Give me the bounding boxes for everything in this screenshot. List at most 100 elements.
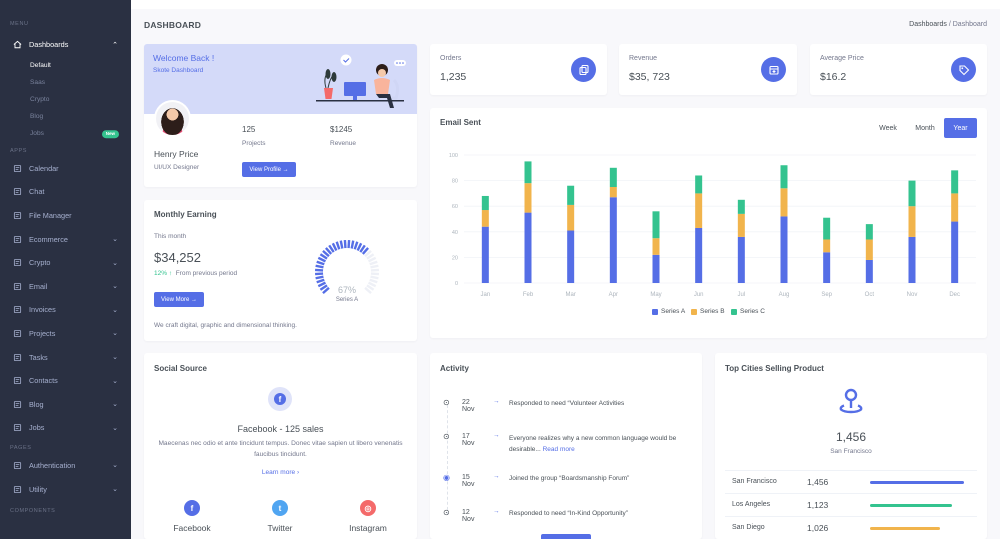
bar-series-b-dec[interactable] — [951, 193, 959, 222]
bar-series-b-mar[interactable] — [567, 204, 575, 231]
bar-series-a-sep[interactable] — [823, 252, 831, 283]
bar-series-c-oct[interactable] — [865, 224, 873, 240]
tab-week[interactable]: Week — [870, 118, 906, 138]
bar-series-c-jan[interactable] — [481, 195, 489, 211]
sidebar-item-contacts[interactable]: Contacts ⌄ — [0, 369, 131, 393]
sidebar-item-calendar[interactable]: Calendar — [0, 157, 131, 181]
twitter-label: Twitter — [267, 523, 293, 533]
gauge-segment — [370, 275, 379, 280]
legend-series-b[interactable]: Series B — [691, 308, 725, 315]
sidebar-item-dashboards[interactable]: Dashboards ⌃ — [0, 33, 131, 57]
bar-series-b-sep[interactable] — [823, 239, 831, 253]
bar-series-c-aug[interactable] — [780, 165, 788, 189]
bar-series-a-jul[interactable] — [737, 236, 745, 283]
new-badge: New — [101, 130, 119, 138]
bar-series-b-apr[interactable] — [609, 187, 617, 198]
profile-illustration — [316, 54, 406, 108]
tab-year[interactable]: Year — [944, 118, 977, 138]
chevron-down-icon: ⌄ — [112, 283, 118, 291]
view-more-button[interactable]: View More → — [154, 292, 204, 307]
tab-month[interactable]: Month — [907, 118, 943, 138]
bar-series-c-mar[interactable] — [567, 185, 575, 205]
sidebar-item-authentication[interactable]: Authentication ⌄ — [0, 454, 131, 478]
bar-series-b-jul[interactable] — [737, 213, 745, 237]
sidebar-item-label: Tasks — [29, 352, 48, 362]
sidebar-subitem-saas[interactable]: Saas — [0, 74, 131, 91]
sidebar-item-utility[interactable]: Utility ⌄ — [0, 477, 131, 501]
read-more-link[interactable]: Read more — [543, 446, 575, 453]
sidebar-item-tasks[interactable]: Tasks ⌄ — [0, 345, 131, 369]
bar-series-a-jun[interactable] — [695, 227, 703, 283]
bar-series-a-dec[interactable] — [951, 221, 959, 283]
sidebar-item-email[interactable]: Email ⌄ — [0, 275, 131, 299]
breadcrumb-root[interactable]: Dashboards — [909, 21, 947, 28]
sidebar-item-file-manager[interactable]: File Manager — [0, 204, 131, 228]
top-cities-title: Top Cities Selling Product — [725, 364, 824, 373]
top-cities-card: Top Cities Selling Product 1,456 San Fra… — [715, 353, 987, 539]
bar-series-c-may[interactable] — [652, 211, 660, 239]
gauge-segment — [367, 256, 377, 263]
bar-series-c-jul[interactable] — [737, 199, 745, 214]
bar-series-b-jun[interactable] — [695, 193, 703, 228]
legend-series-a[interactable]: Series A — [652, 308, 685, 315]
bar-series-a-mar[interactable] — [567, 230, 575, 283]
bar-series-c-apr[interactable] — [609, 167, 617, 187]
progress-bar — [870, 504, 952, 507]
bar-series-c-sep[interactable] — [823, 217, 831, 240]
sidebar-item-projects[interactable]: Projects ⌄ — [0, 322, 131, 346]
view-more-button[interactable] — [541, 534, 591, 539]
bar-series-c-dec[interactable] — [951, 170, 959, 194]
bar-series-a-may[interactable] — [652, 254, 660, 283]
bar-series-a-feb[interactable] — [524, 212, 532, 283]
x-tick-label: Jan — [480, 292, 490, 298]
bar-series-c-nov[interactable] — [908, 180, 916, 207]
bar-series-b-may[interactable] — [652, 238, 660, 255]
bar-series-b-nov[interactable] — [908, 206, 916, 237]
x-tick-label: Dec — [949, 292, 960, 298]
sidebar-item-label: Contacts — [29, 376, 58, 386]
arrow-right-icon: → — [493, 398, 500, 405]
learn-more-link[interactable]: Learn more › — [144, 469, 417, 476]
legend-series-c[interactable]: Series C — [731, 308, 765, 315]
sidebar-item-chat[interactable]: Chat — [0, 180, 131, 204]
bar-series-a-aug[interactable] — [780, 216, 788, 283]
sidebar-item-ecommerce[interactable]: Ecommerce ⌄ — [0, 227, 131, 251]
bar-series-b-feb[interactable] — [524, 183, 532, 213]
bar-series-c-jun[interactable] — [695, 175, 703, 194]
sidebar-subitem-default[interactable]: Default — [0, 57, 131, 74]
social-text: Maecenas nec odio et ante tincidunt temp… — [158, 440, 403, 458]
bar-series-a-nov[interactable] — [908, 236, 916, 283]
bar-series-a-apr[interactable] — [609, 197, 617, 283]
bar-series-b-aug[interactable] — [780, 188, 788, 217]
gauge-segment — [317, 281, 327, 288]
sidebar-subitem-blog[interactable]: Blog — [0, 108, 131, 125]
sidebar-item-blog[interactable]: Blog ⌄ — [0, 392, 131, 416]
bar-series-a-jan[interactable] — [481, 226, 489, 283]
chevron-down-icon: ⌄ — [112, 377, 118, 385]
legend-label: Series A — [661, 308, 686, 315]
gauge-segment — [315, 264, 324, 269]
x-tick-label: Feb — [523, 292, 534, 298]
sidebar-subitem-jobs[interactable]: Jobs New — [0, 125, 131, 142]
sidebar-subitem-crypto[interactable]: Crypto — [0, 91, 131, 108]
stat-value: $35, 723 — [629, 71, 670, 83]
bar-series-b-jan[interactable] — [481, 210, 489, 227]
bar-series-c-feb[interactable] — [524, 161, 532, 184]
view-profile-button[interactable]: View Profile → — [242, 162, 296, 177]
instagram-icon[interactable]: ◎ — [360, 500, 376, 516]
tag-icon — [951, 57, 976, 82]
change-percent: 12% — [154, 270, 168, 277]
welcome-subtitle: Skote Dashboard — [153, 67, 204, 74]
sidebar-item-jobs[interactable]: Jobs ⌄ — [0, 416, 131, 440]
bar-series-b-oct[interactable] — [865, 239, 873, 260]
bar-series-a-oct[interactable] — [865, 259, 873, 283]
facebook-icon[interactable]: f — [184, 500, 200, 516]
chevron-down-icon: ⌄ — [112, 306, 118, 314]
sidebar-item-label: Calendar — [29, 163, 59, 173]
sidebar-item-crypto[interactable]: Crypto ⌄ — [0, 251, 131, 275]
x-tick-label: Jun — [694, 292, 704, 298]
stat-card-orders: Orders 1,235 — [430, 44, 607, 95]
sidebar-item-invoices[interactable]: Invoices ⌄ — [0, 298, 131, 322]
instagram-label: Instagram — [349, 523, 387, 533]
twitter-icon[interactable]: t — [272, 500, 288, 516]
